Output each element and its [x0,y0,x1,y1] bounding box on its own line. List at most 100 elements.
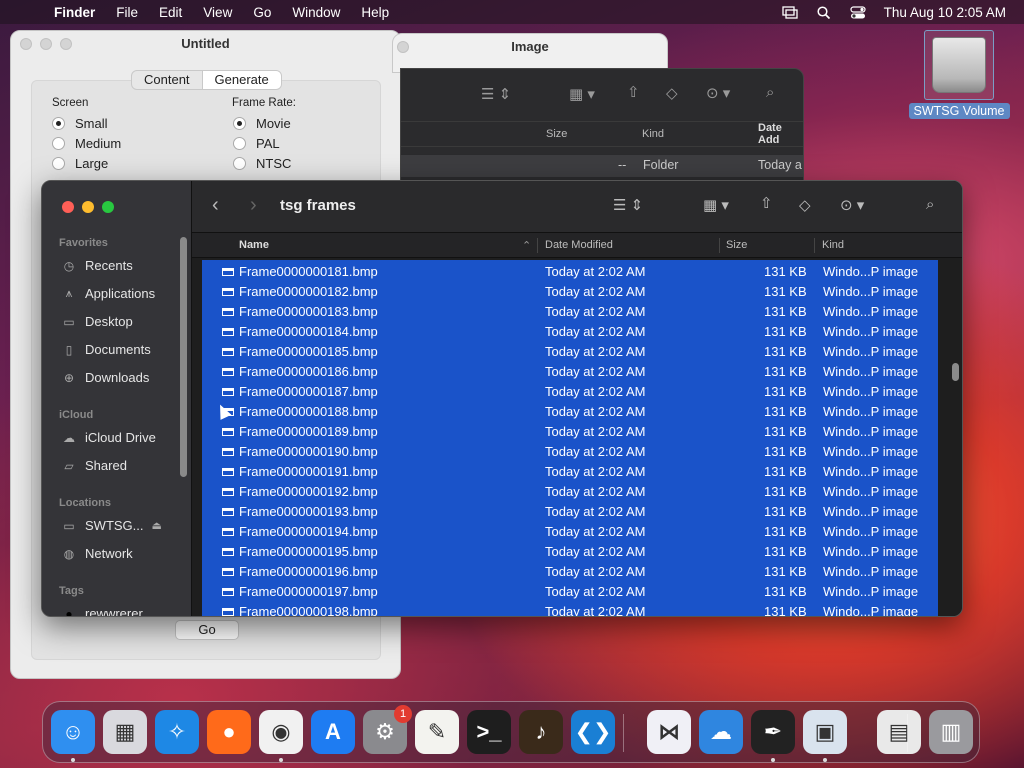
sort-ascending-icon[interactable]: ⌃ [522,239,531,252]
table-row[interactable]: Frame0000000190.bmp Today at 2:02 AM 131 K… [202,442,938,462]
table-row[interactable]: Frame0000000192.bmp Today at 2:02 AM 131 K… [202,482,938,502]
sidebar-item-network[interactable]: ◍ Network [61,546,133,561]
app-store-icon[interactable]: A [311,710,355,754]
minimize-button-inactive[interactable] [40,38,52,50]
menu-view[interactable]: View [203,5,232,20]
menu-app-name[interactable]: Finder [54,5,95,20]
radio-pal[interactable]: PAL [233,136,280,151]
garageband-icon[interactable]: ♪ [519,710,563,754]
search-icon[interactable]: ⌕ [926,196,934,213]
close-button-inactive[interactable] [397,41,409,53]
menu-file[interactable]: File [116,5,138,20]
sidebar-scrollbar[interactable] [180,237,187,477]
menu-go[interactable]: Go [253,5,271,20]
back-button[interactable]: ‹ [212,194,219,217]
table-row[interactable]: Frame0000000195.bmp Today at 2:02 AM 131 K… [202,542,938,562]
close-button[interactable] [62,201,74,213]
table-row[interactable]: Frame0000000181.bmp Today at 2:02 AM 131 K… [202,262,938,282]
menu-clock[interactable]: Thu Aug 10 2:05 AM [884,5,1006,20]
column-date-modified[interactable]: Date Modified [545,239,613,251]
share-icon[interactable]: ⇧ [760,194,773,212]
zoom-button-inactive[interactable] [60,38,72,50]
column-date-added[interactable]: Date Add [758,122,803,146]
safari-icon[interactable]: ✧ [155,710,199,754]
radio-medium[interactable]: Medium [52,136,121,151]
trash-icon[interactable]: ▥ [929,710,973,754]
list-view-icon[interactable]: ☰ ⇕ [481,85,511,103]
table-row[interactable]: Frame0000000193.bmp Today at 2:02 AM 131 K… [202,502,938,522]
system-settings-icon[interactable]: ⚙ 1 [363,705,412,754]
more-actions-icon[interactable]: ⊙ ▾ [706,84,730,102]
tag-icon[interactable]: ◇ [799,196,811,214]
control-center-icon[interactable] [850,5,866,19]
column-kind[interactable]: Kind [822,239,844,251]
list-view-icon[interactable]: ☰ ⇕ [613,196,643,214]
textedit-icon[interactable]: ✎ [415,710,459,754]
table-row[interactable]: Frame0000000186.bmp Today at 2:02 AM 131 K… [202,362,938,382]
menu-help[interactable]: Help [361,5,389,20]
table-row[interactable]: Frame0000000189.bmp Today at 2:02 AM 131 K… [202,422,938,442]
menu-edit[interactable]: Edit [159,5,182,20]
image-window-titlebar[interactable]: Image [392,33,668,73]
chrome-icon[interactable]: ◉ [259,710,303,754]
column-size[interactable]: Size [546,128,567,140]
preview-icon[interactable]: ▣ [803,710,847,754]
downloads-stack-icon[interactable]: ▤ [877,710,921,754]
sidebar-item-desktop[interactable]: ▭ Desktop [61,314,132,329]
group-icon[interactable]: ▦ ▾ [703,196,729,214]
forward-button[interactable]: › [250,194,257,217]
weather-icon[interactable]: ☁ [699,710,743,754]
menu-window[interactable]: Window [292,5,340,20]
tag-icon[interactable]: ◇ [666,84,678,102]
close-button-inactive[interactable] [20,38,32,50]
table-row[interactable]: Frame0000000182.bmp Today at 2:02 AM 131 K… [202,282,938,302]
terminal-icon[interactable]: >_ [467,710,511,754]
sidebar-item-icloud-drive[interactable]: ☁ iCloud Drive [61,430,156,445]
launchpad-icon[interactable]: ▦ [103,710,147,754]
visual-studio-icon[interactable]: ⋈ [647,710,691,754]
table-row[interactable]: Frame0000000191.bmp Today at 2:02 AM 131 K… [202,462,938,482]
sidebar-item-downloads[interactable]: ⊕ Downloads [61,370,149,385]
minimize-button[interactable] [82,201,94,213]
visual-studio-code-icon[interactable]: ❮❯ [571,710,615,754]
spotlight-search-icon[interactable] [816,5,832,19]
sidebar-item-swtsg[interactable]: ▭ SWTSG... ⏏ [61,518,162,533]
column-kind[interactable]: Kind [642,128,664,140]
radio-movie[interactable]: Movie [233,116,291,131]
screen-mirroring-icon[interactable] [782,5,798,19]
finder-icon[interactable]: ☺ [51,710,95,754]
zoom-button[interactable] [102,201,114,213]
table-row[interactable]: Frame0000000197.bmp Today at 2:02 AM 131 K… [202,582,938,602]
table-row[interactable]: Frame0000000188.bmp Today at 2:02 AM 131 K… [202,402,938,422]
table-row[interactable]: Frame0000000198.bmp Today at 2:02 AM 131 K… [202,602,938,616]
sidebar-item-applications[interactable]: ⩚ Applications [61,286,156,301]
share-icon[interactable]: ⇧ [627,83,640,101]
list-item[interactable]: -- Folder Today a [401,155,803,177]
sidebar-item-shared[interactable]: ▱ Shared [61,458,127,473]
column-name[interactable]: Name [239,239,269,251]
eject-icon[interactable]: ⏏ [152,519,162,532]
table-row[interactable]: Frame0000000185.bmp Today at 2:02 AM 131 K… [202,342,938,362]
script-editor-icon[interactable]: ✒ [751,710,795,754]
sidebar-item-documents[interactable]: ▯ Documents [61,342,151,357]
tab-generate[interactable]: Generate [201,71,281,89]
group-icon[interactable]: ▦ ▾ [569,85,595,103]
table-row[interactable]: Frame0000000184.bmp Today at 2:02 AM 131 K… [202,322,938,342]
table-row[interactable]: Frame0000000187.bmp Today at 2:02 AM 131 K… [202,382,938,402]
go-button[interactable]: Go [175,620,239,640]
file-list-scrollbar[interactable] [952,363,959,381]
tab-content[interactable]: Content [132,71,202,89]
table-row[interactable]: Frame0000000196.bmp Today at 2:02 AM 131 K… [202,562,938,582]
radio-small[interactable]: Small [52,116,108,131]
column-size[interactable]: Size [726,239,747,251]
desktop-volume[interactable]: SWTSG Volume [907,30,1011,120]
radio-large[interactable]: Large [52,156,108,171]
table-row[interactable]: Frame0000000183.bmp Today at 2:02 AM 131 K… [202,302,938,322]
more-actions-icon[interactable]: ⊙ ▾ [840,196,864,214]
firefox-icon[interactable]: ● [207,710,251,754]
sidebar-item-tag[interactable]: ● rewwrerer [61,606,142,616]
search-icon[interactable]: ⌕ [766,84,774,101]
radio-ntsc[interactable]: NTSC [233,156,291,171]
table-row[interactable]: Frame0000000194.bmp Today at 2:02 AM 131 K… [202,522,938,542]
sidebar-item-recents[interactable]: ◷ Recents [61,258,133,273]
